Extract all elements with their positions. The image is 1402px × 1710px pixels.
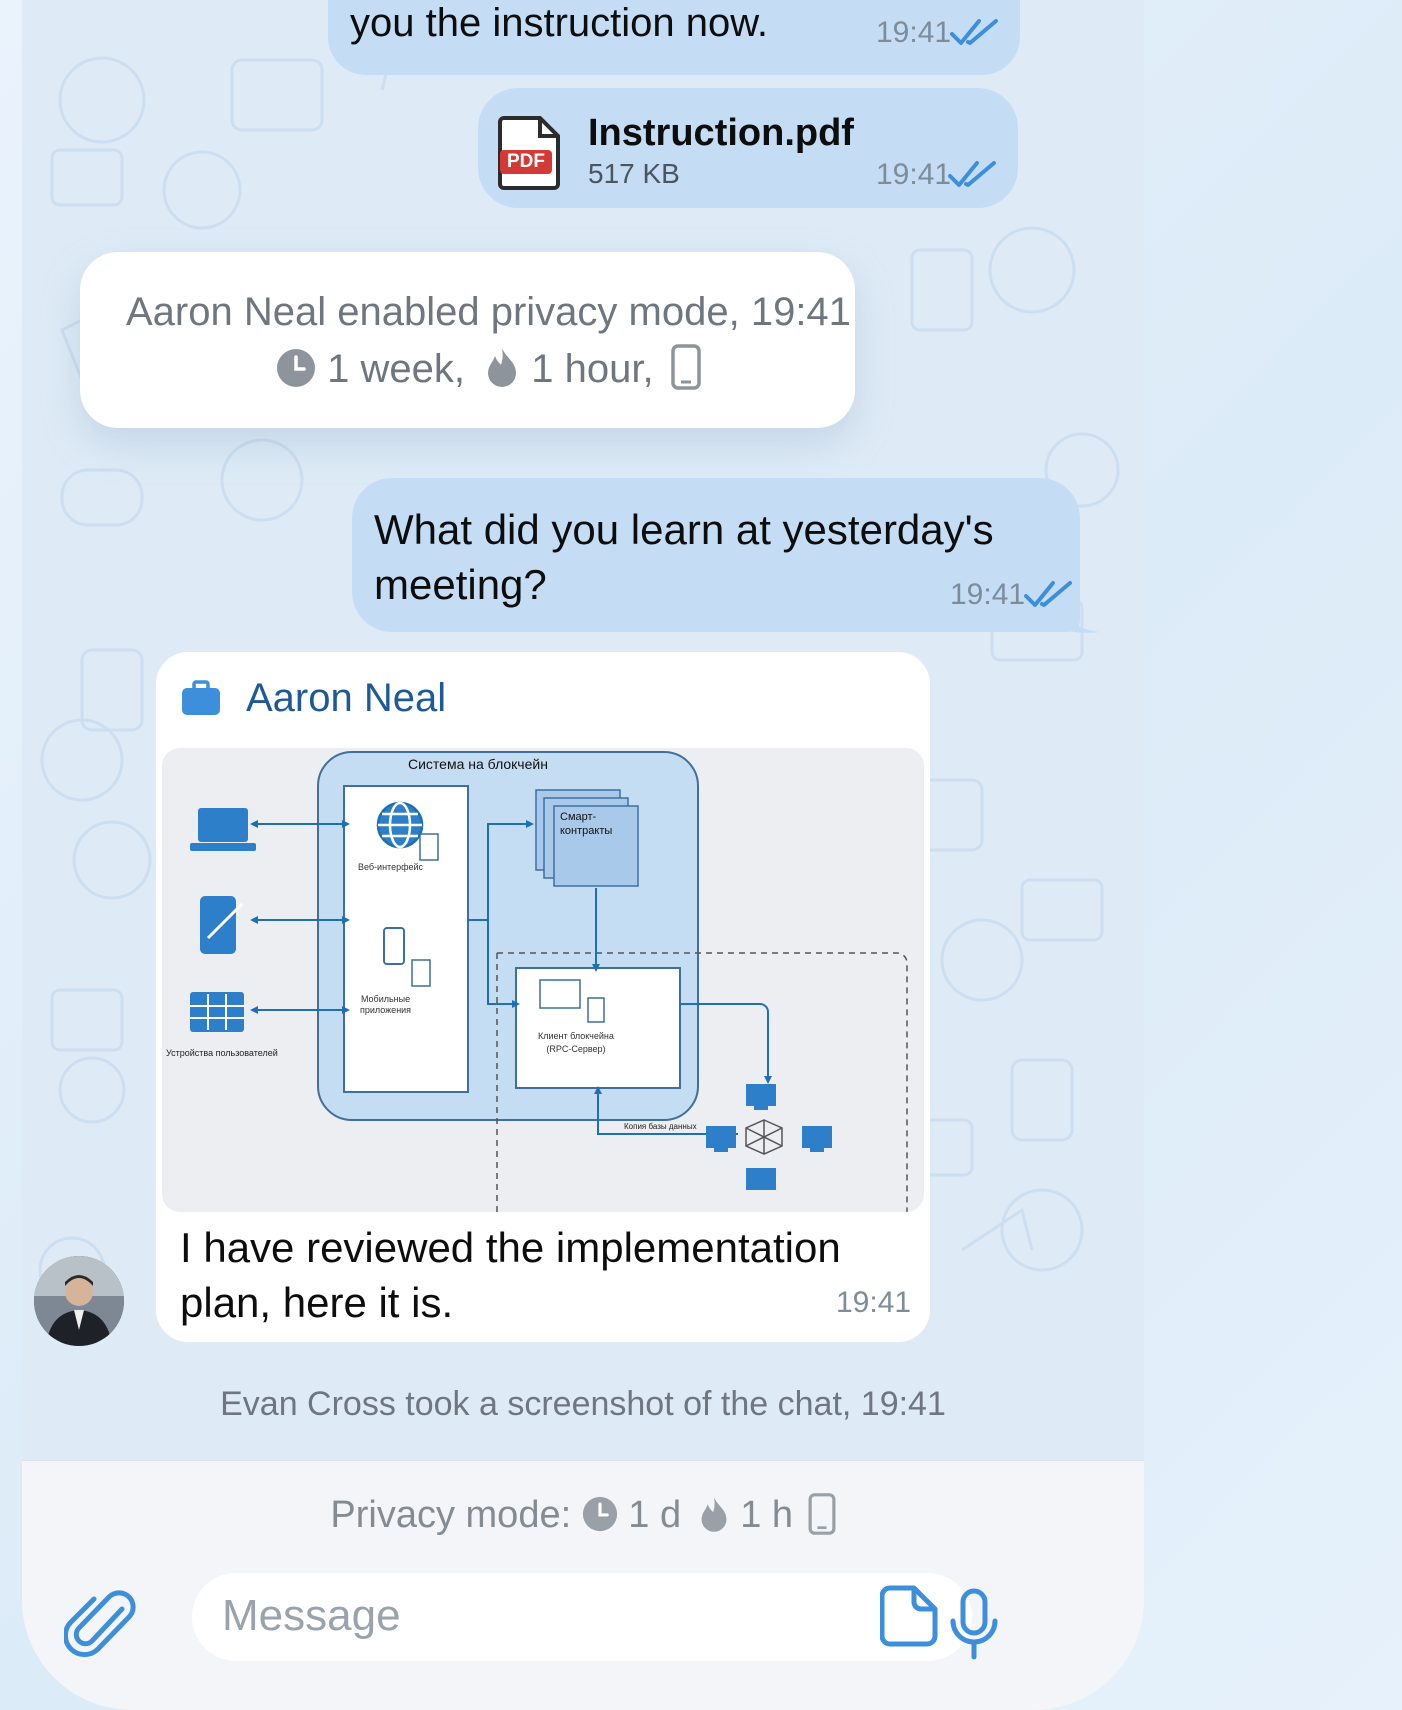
privacy-mode-bar[interactable]: Privacy mode: 1 d 1 h [22,1493,1144,1537]
message-text-line2: meeting? [374,561,547,608]
service-time: 19:41 [750,290,851,334]
service-event: Evan Cross took a screenshot of the chat… [220,1385,852,1423]
message-text-line1: I have reviewed the implementation [180,1224,841,1271]
microphone-icon[interactable] [948,1587,1000,1663]
outgoing-message[interactable]: you the instruction now. 19:41 [328,0,1020,75]
privacy-day: 1 d [628,1494,682,1536]
composer-panel: Privacy mode: 1 d 1 h Message [22,1460,1144,1710]
clock-icon [582,1496,617,1532]
message-input[interactable]: Message [192,1573,972,1661]
diagram-smart-contracts: Смарт- контракты [560,810,612,838]
message-text-line1: What did you learn at yesterday's [374,506,994,553]
message-text-line2: plan, here it is. [180,1279,454,1326]
diagram-mobile-line2: приложения [360,1005,412,1015]
sticker-icon[interactable] [880,1585,938,1647]
briefcase-icon [182,680,220,715]
file-size: 517 KB [588,158,680,189]
diagram-client: Клиент блокчейна (RPC-Сервер) [538,1030,614,1056]
outgoing-message[interactable]: What did you learn at yesterday's meetin… [352,478,1080,632]
image-attachment[interactable]: Система на блокчейн Смарт- контракты Веб… [162,748,924,1212]
avatar[interactable] [34,1256,124,1346]
privacy-service-message: Aaron Neal enabled privacy mode, 19:41 1… [80,252,855,428]
sender-name[interactable]: Aaron Neal [246,676,446,721]
diagram-client-line1: Клиент блокчейна [538,1031,614,1041]
diagram-smart-line2: контракты [560,825,613,837]
diagram-mobile-line1: Мобильные [360,994,411,1004]
read-ticks-icon [950,19,998,45]
file-name[interactable]: Instruction.pdf [588,112,854,155]
chat-screen: you the instruction now. 19:41 PDF Instr… [22,0,1144,1710]
message-time: 19:41 [836,1286,912,1319]
attach-icon[interactable] [64,1589,138,1663]
message-placeholder: Message [222,1591,401,1640]
message-time: 19:41 [950,578,1026,611]
service-text: Aaron Neal enabled privacy mode, 19:41 [126,290,851,335]
diagram-client-line2: (RPC-Сервер) [546,1044,606,1054]
blockchain-diagram [190,751,908,1212]
service-event: Aaron Neal enabled privacy mode, [126,290,740,334]
chat-background: you the instruction now. 19:41 PDF Instr… [22,0,1144,1460]
timer-hour: 1 hour, [531,347,654,391]
incoming-message[interactable]: Aaron Neal Система на блокчейн Смарт- ко… [156,652,930,1342]
fire-icon [488,348,517,387]
diagram-title: Система на блокчейн [408,756,548,772]
avatar-photo [34,1256,124,1346]
diagram-smart-line1: Смарт- [560,811,597,823]
file-message[interactable]: PDF Instruction.pdf 517 KB 19:41 [478,88,1018,208]
diagram-devices: Устройства пользователей [166,1048,278,1058]
phone-icon [670,344,701,390]
service-time: 19:41 [860,1385,946,1423]
privacy-hour: 1 h [740,1494,794,1536]
diagram-web: Веб-интерфейс [358,862,424,872]
read-ticks-icon [948,161,996,187]
service-details: 1 week, 1 hour, [276,344,701,392]
message-text: you the instruction now. [350,1,769,45]
privacy-mode-label: Privacy mode: [330,1494,572,1536]
clock-icon [277,349,315,387]
phone-icon [808,1493,836,1535]
fire-icon [701,1497,727,1532]
message-time: 19:41 [876,16,952,49]
timer-week: 1 week, [327,347,465,391]
diagram-db-copy: Копия базы данных [624,1122,697,1131]
message-time: 19:41 [876,158,952,191]
bubble-tail [1062,600,1100,633]
pdf-badge: PDF [500,150,552,174]
diagram-mobile: Мобильные приложения [360,994,411,1016]
screenshot-service-message: Evan Cross took a screenshot of the chat… [22,1385,1144,1424]
